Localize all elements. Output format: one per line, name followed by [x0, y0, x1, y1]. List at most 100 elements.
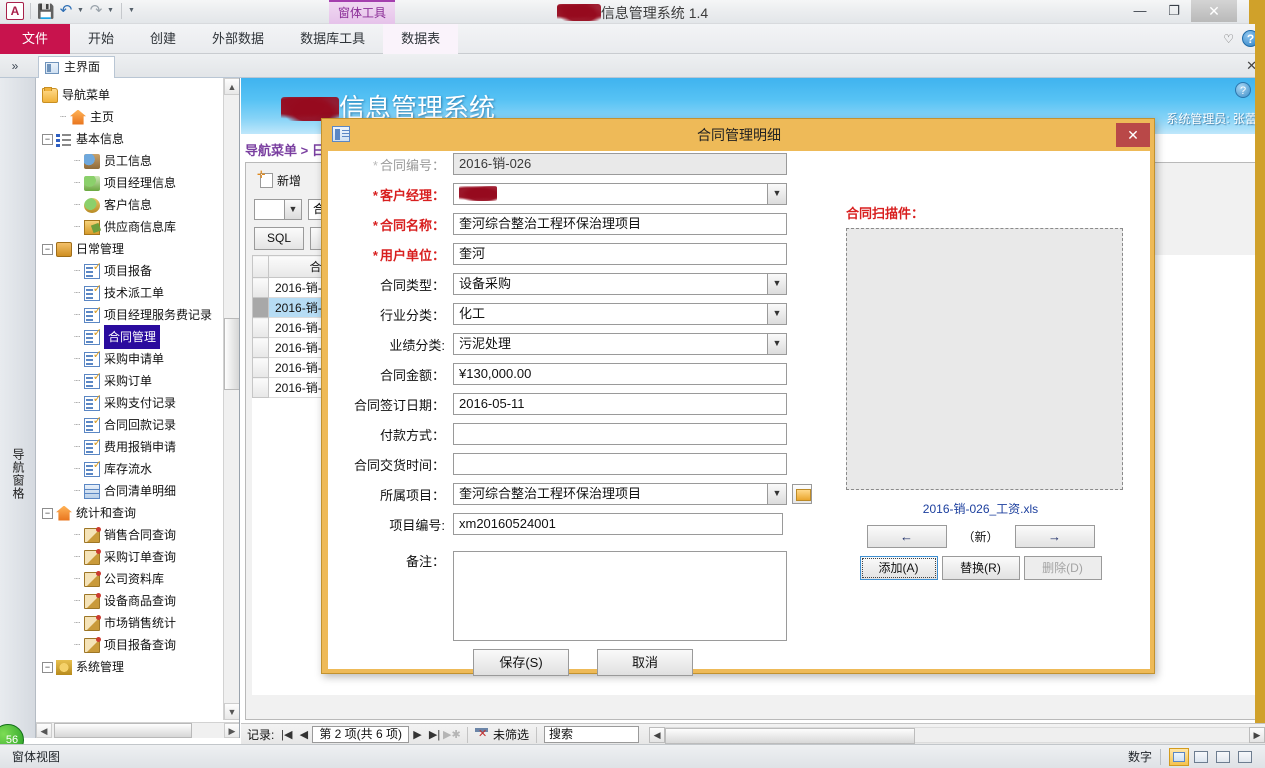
redo-dropdown-icon[interactable]: ▼ [107, 2, 115, 20]
ribbon-tab-external-data[interactable]: 外部数据 [194, 24, 282, 54]
navigation-pane-strip[interactable]: 导航窗格 56 [0, 78, 36, 756]
add-new-button[interactable]: 新增 [254, 169, 307, 191]
tree-item-2[interactable]: − 基本信息 [42, 128, 222, 150]
tree-item-8[interactable]: ┈ 项目报备 [42, 260, 222, 282]
tree-item-22[interactable]: ┈ 公司资料库 [42, 568, 222, 590]
undo-dropdown-icon[interactable]: ▼ [77, 2, 85, 20]
row-selector[interactable] [252, 317, 269, 338]
tree-item-11[interactable]: ┈ 合同管理 [42, 325, 222, 349]
dialog-close-button[interactable]: ✕ [1116, 123, 1150, 147]
heart-icon[interactable]: ♡ [1223, 32, 1234, 46]
ribbon-tab-database-tools[interactable]: 数据库工具 [282, 24, 383, 54]
row-selector[interactable] [252, 297, 269, 318]
attachment-add-button[interactable]: 添加(A) [859, 556, 938, 580]
navigation-tree[interactable]: 导航菜单 ┈ 主页 − 基本信息 ┈ 员工信息 ┈ 项目经理信息 ┈ 客户信息 ┈ 供应商信息库 − 日常管… [36, 78, 222, 678]
tree-vertical-scrollbar[interactable]: ▲ ▼ [223, 78, 239, 720]
scroll-left-icon[interactable]: ◀ [649, 726, 666, 743]
tree-item-9[interactable]: ┈ 技术派工单 [42, 282, 222, 304]
scroll-up-icon[interactable]: ▲ [224, 78, 239, 95]
attachment-actions[interactable]: 添加(A) 替换(R) 删除(D) [838, 556, 1123, 580]
tree-item-17[interactable]: ┈ 库存流水 [42, 458, 222, 480]
tree-item-12[interactable]: ┈ 采购申请单 [42, 348, 222, 370]
sql-button[interactable]: SQL [254, 227, 304, 250]
tree-item-19[interactable]: − 统计和查询 [42, 502, 222, 524]
row-selector[interactable] [252, 377, 269, 398]
attachment-replace-button[interactable]: 替换(R) [941, 556, 1020, 580]
ribbon-tab-home[interactable]: 开始 [70, 24, 132, 54]
view-switcher[interactable] [1169, 747, 1255, 766]
tree-item-16[interactable]: ┈ 费用报销申请 [42, 436, 222, 458]
chevron-down-icon[interactable]: ▼ [767, 184, 786, 204]
record-navigator[interactable]: 记录: |◀ ◀ 第 2 项(共 6 项) ▶ ▶| ▶✱ 未筛选 搜索 ◀ ▶ [241, 723, 1265, 745]
last-record-button[interactable]: ▶| [426, 728, 443, 741]
row-selector[interactable] [252, 337, 269, 358]
field-input-11[interactable]: 奎河综合整治工程环保治理项目 ▼ [453, 483, 787, 505]
first-record-button[interactable]: |◀ [278, 728, 295, 741]
datasheet-view-icon[interactable] [1191, 748, 1211, 766]
chevron-down-icon[interactable]: ▼ [767, 274, 786, 294]
scroll-down-icon[interactable]: ▼ [224, 703, 239, 720]
ribbon-right-controls[interactable]: ♡ ? [1223, 30, 1259, 47]
scrollbar-thumb[interactable] [54, 723, 192, 738]
tree-item-15[interactable]: ┈ 合同回款记录 [42, 414, 222, 436]
ribbon-tab-file[interactable]: 文件 [0, 24, 71, 54]
navigation-tree-pane[interactable]: 导航菜单 ┈ 主页 − 基本信息 ┈ 员工信息 ┈ 项目经理信息 ┈ 客户信息 ┈ 供应商信息库 − 日常管… [36, 78, 240, 738]
attachment-prev-button[interactable]: ← [866, 525, 947, 548]
horizontal-scrollbar[interactable]: ◀ ▶ [649, 726, 1265, 744]
save-icon[interactable]: 💾 [37, 2, 55, 20]
cancel-button[interactable]: 取消 [597, 649, 693, 676]
tree-item-24[interactable]: ┈ 市场销售统计 [42, 612, 222, 634]
customize-qat-icon[interactable]: ▼ [128, 2, 136, 20]
attachment-preview[interactable] [846, 228, 1123, 490]
field-input-4[interactable]: 设备采购 ▼ [453, 273, 787, 295]
attachment-next-button[interactable]: → [1014, 525, 1095, 548]
field-input-5[interactable]: 化工 ▼ [453, 303, 787, 325]
tree-item-4[interactable]: ┈ 项目经理信息 [42, 172, 222, 194]
contract-form[interactable]: * 合同编号： 2016-销-026 * 客户经理： ▼ * 合同名称： 奎河综合整治工程环保治… [328, 151, 828, 541]
field-input-2[interactable]: 奎河综合整治工程环保治理项目 [453, 213, 787, 235]
save-button[interactable]: 保存(S) [473, 649, 569, 676]
search-input[interactable]: 搜索 [544, 726, 640, 743]
tree-expander-icon[interactable]: − [42, 507, 53, 519]
scrollbar-track[interactable] [665, 726, 1249, 744]
tree-expander-icon[interactable]: − [42, 661, 53, 673]
filter-field-select[interactable]: ▼ [254, 199, 302, 220]
minimize-button[interactable]: — [1123, 0, 1157, 22]
tree-item-21[interactable]: ┈ 采购订单查询 [42, 546, 222, 568]
scroll-right-icon[interactable]: ▶ [1249, 726, 1265, 743]
scroll-right-icon[interactable]: ▶ [224, 723, 239, 738]
restore-button[interactable]: ❐ [1157, 0, 1191, 22]
chevron-down-icon[interactable]: ▼ [767, 304, 786, 324]
expand-navigation-icon[interactable]: » [4, 56, 26, 76]
ribbon-tabs[interactable]: 文件 开始 创建 外部数据 数据库工具 数据表 [0, 24, 459, 54]
tree-item-6[interactable]: ┈ 供应商信息库 [42, 216, 222, 238]
tree-item-23[interactable]: ┈ 设备商品查询 [42, 590, 222, 612]
layout-view-icon[interactable] [1235, 748, 1255, 766]
close-button[interactable]: ✕ [1191, 0, 1237, 22]
row-selector[interactable] [252, 357, 269, 378]
banner-help-icon[interactable]: ? [1235, 82, 1251, 98]
dialog-buttons[interactable]: 保存(S) 取消 [473, 649, 693, 676]
tree-item-20[interactable]: ┈ 销售合同查询 [42, 524, 222, 546]
field-input-3[interactable]: 奎河 [453, 243, 787, 265]
tree-item-0[interactable]: 导航菜单 [42, 84, 222, 106]
tree-item-26[interactable]: − 系统管理 [42, 656, 222, 678]
field-input-12[interactable]: xm20160524001 [453, 513, 783, 535]
record-position-input[interactable]: 第 2 项(共 6 项) [312, 726, 410, 743]
row-selector[interactable] [252, 277, 269, 298]
status-right[interactable]: 数字 [1128, 747, 1255, 766]
window-controls[interactable]: — ❐ ✕ [1123, 0, 1237, 22]
pivot-view-icon[interactable] [1213, 748, 1233, 766]
chevron-down-icon[interactable]: ▼ [767, 484, 786, 504]
tree-expander-icon[interactable]: − [42, 133, 53, 145]
field-input-10[interactable] [453, 453, 787, 475]
document-tab-main[interactable]: 主界面 [38, 56, 116, 78]
field-input-6[interactable]: 污泥处理 ▼ [453, 333, 787, 355]
scrollbar-thumb[interactable] [665, 727, 916, 744]
tree-item-3[interactable]: ┈ 员工信息 [42, 150, 222, 172]
field-input-7[interactable]: ¥130,000.00 [453, 363, 787, 385]
tree-item-18[interactable]: ┈ 合同清单明细 [42, 480, 222, 502]
filter-status[interactable]: 未筛选 [475, 726, 529, 743]
tree-item-14[interactable]: ┈ 采购支付记录 [42, 392, 222, 414]
next-record-button[interactable]: ▶ [409, 728, 426, 741]
